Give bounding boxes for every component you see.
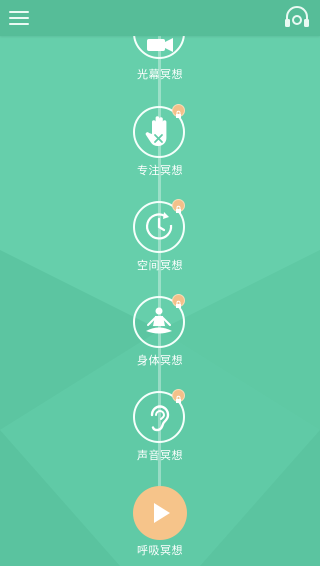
menu-line (9, 17, 29, 19)
meditation-item-label: 空间冥想 (137, 259, 183, 272)
meditation-item-label: 身体冥想 (137, 354, 183, 367)
play-icon (154, 503, 170, 523)
lock-icon (172, 389, 185, 403)
headset-icon[interactable] (284, 6, 310, 30)
play-button[interactable] (133, 486, 187, 540)
menu-line (9, 23, 29, 25)
meditation-item-label: 呼吸冥想 (137, 544, 183, 557)
meditation-item-label: 专注冥想 (137, 164, 183, 177)
menu-icon[interactable] (9, 10, 29, 26)
meditation-item-label: 声音冥想 (137, 449, 183, 462)
meditation-item-label: 光幕冥想 (137, 68, 183, 81)
menu-line (9, 11, 29, 13)
lock-icon (172, 199, 185, 213)
top-bar (0, 0, 320, 36)
lock-icon (172, 104, 185, 118)
lock-icon (172, 294, 185, 308)
meditation-list-screen: 光幕冥想 专注冥想 空间冥想 身体冥想 声音冥想 呼吸冥想 (0, 0, 320, 566)
